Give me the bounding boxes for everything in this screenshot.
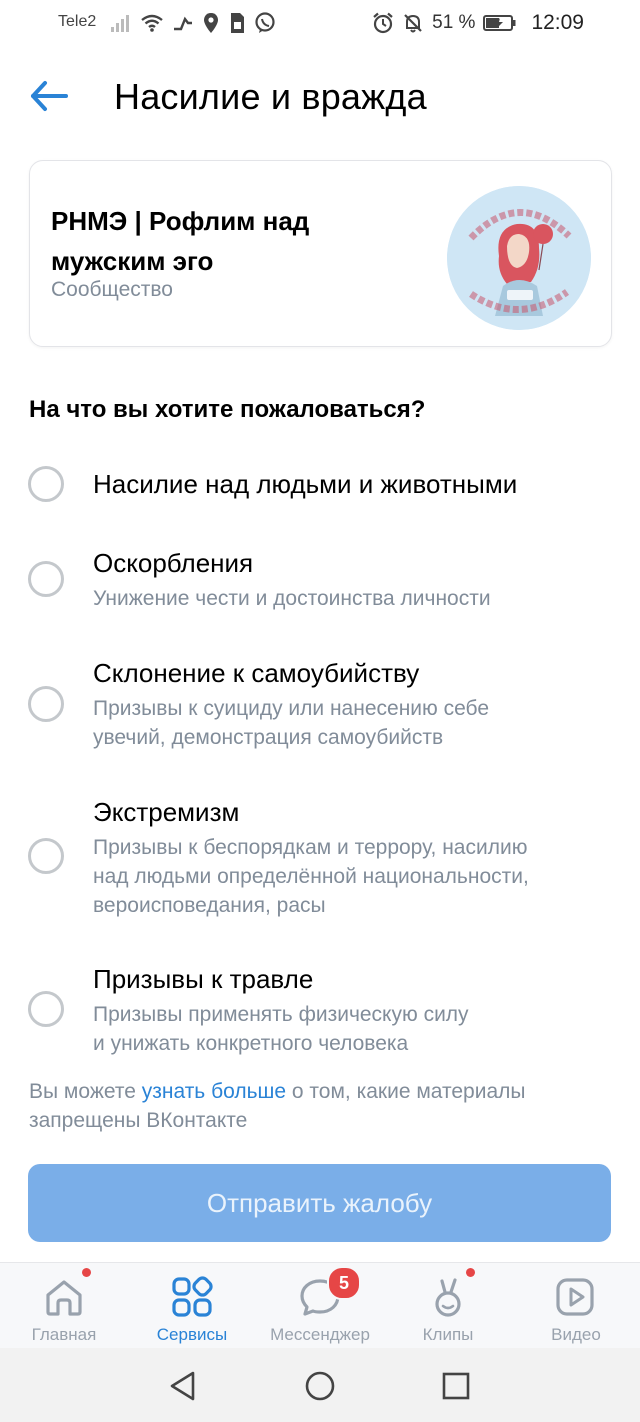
status-icons-left [110, 10, 276, 36]
signal-icon [111, 15, 129, 32]
tab-label: Клипы [422, 1325, 474, 1344]
video-icon [556, 1278, 594, 1316]
carrier-label: Tele2 [58, 13, 97, 30]
arrow-left-icon [31, 81, 68, 111]
option-title: Призывы к травле [93, 964, 314, 994]
mute-notifications-icon [404, 14, 422, 33]
triangle-back-icon [170, 1371, 195, 1401]
tab-label: Главная [31, 1325, 97, 1344]
viber-icon [255, 12, 275, 33]
option-title: Склонение к самоубийству [93, 658, 420, 688]
avatar-illustration [447, 186, 591, 330]
nav-home-button[interactable] [300, 1366, 340, 1406]
tab-clips[interactable]: Клипы [388, 1263, 508, 1349]
community-avatar [447, 186, 591, 330]
bottom-tab-bar: Главная Сервисы 5 Мессенджер Клипы Видео [0, 1262, 640, 1349]
option-description: Призывы к беспорядкам и террору, насилию… [93, 836, 529, 917]
option-harassment[interactable]: Призывы к травле Призывы применять физич… [0, 960, 640, 1060]
nav-recents-button[interactable] [436, 1366, 476, 1406]
header: Насилие и вражда [0, 60, 640, 134]
home-icon [46, 1280, 82, 1316]
square-recents-icon [442, 1372, 470, 1400]
community-type: Сообщество [51, 278, 173, 301]
option-description: Унижение чести и достоинства личности [93, 587, 491, 610]
sim-icon [231, 13, 244, 33]
option-insults[interactable]: Оскорбления Унижение чести и достоинства… [0, 544, 640, 620]
option-violence[interactable]: Насилие над людьми и животными [0, 462, 640, 508]
clock: 12:09 [531, 11, 584, 34]
option-title: Насилие над людьми и животными [93, 469, 518, 499]
battery-percent: 51 % [432, 12, 476, 33]
tab-label: Мессенджер [270, 1325, 370, 1344]
battery-charging-icon [483, 15, 516, 31]
community-name: РНМЭ | Рофлим над мужским эго [51, 206, 310, 276]
wifi-icon [141, 14, 163, 32]
alarm-icon [373, 12, 393, 34]
option-extremism[interactable]: Экстремизм Призывы к беспорядкам и терро… [0, 793, 640, 919]
radio-button[interactable] [28, 838, 64, 874]
option-description: Призывы к суициду или нанесению себе уве… [93, 697, 490, 749]
report-question: На что вы хотите пожаловаться? [29, 396, 426, 423]
option-description: Призывы применять физическую силу и униж… [93, 1003, 469, 1055]
info-text: Вы можете узнать больше о том, какие мат… [29, 1077, 609, 1135]
option-title: Экстремизм [93, 797, 240, 827]
report-screen: Tele2 51 % 12:09 Насилие и вражда РНМЭ |… [0, 0, 640, 1422]
messenger-unread-badge: 5 [327, 1266, 361, 1300]
option-title: Оскорбления [93, 548, 254, 578]
system-navigation-bar [0, 1348, 640, 1422]
page-title: Насилие и вражда [114, 76, 427, 117]
tab-video[interactable]: Видео [516, 1263, 636, 1349]
clips-icon [435, 1278, 461, 1317]
status-bar: Tele2 51 % 12:09 [0, 0, 640, 46]
circle-home-icon [305, 1371, 335, 1401]
info-prefix: Вы можете [29, 1080, 142, 1103]
activity-icon [174, 16, 192, 31]
home-notification-dot [82, 1268, 91, 1277]
submit-report-button[interactable]: Отправить жалобу [28, 1164, 611, 1242]
nav-back-button[interactable] [163, 1366, 203, 1406]
tab-label: Сервисы [156, 1325, 228, 1344]
services-icon [172, 1276, 213, 1317]
radio-button[interactable] [28, 686, 64, 722]
tab-label: Видео [551, 1325, 601, 1344]
tab-services[interactable]: Сервисы [132, 1263, 252, 1349]
tab-messenger[interactable]: 5 Мессенджер [260, 1263, 380, 1349]
radio-button[interactable] [28, 561, 64, 597]
community-card[interactable]: РНМЭ | Рофлим над мужским эго Сообщество [29, 160, 612, 347]
radio-button[interactable] [28, 466, 64, 502]
location-icon [204, 13, 218, 33]
learn-more-link[interactable]: узнать больше [142, 1080, 286, 1103]
radio-button[interactable] [28, 991, 64, 1027]
status-icons-right: 51 % 12:09 [372, 9, 584, 37]
tab-home[interactable]: Главная [4, 1263, 124, 1349]
option-suicide[interactable]: Склонение к самоубийству Призывы к суици… [0, 654, 640, 754]
clips-notification-dot [466, 1268, 475, 1277]
back-button[interactable] [26, 74, 74, 118]
